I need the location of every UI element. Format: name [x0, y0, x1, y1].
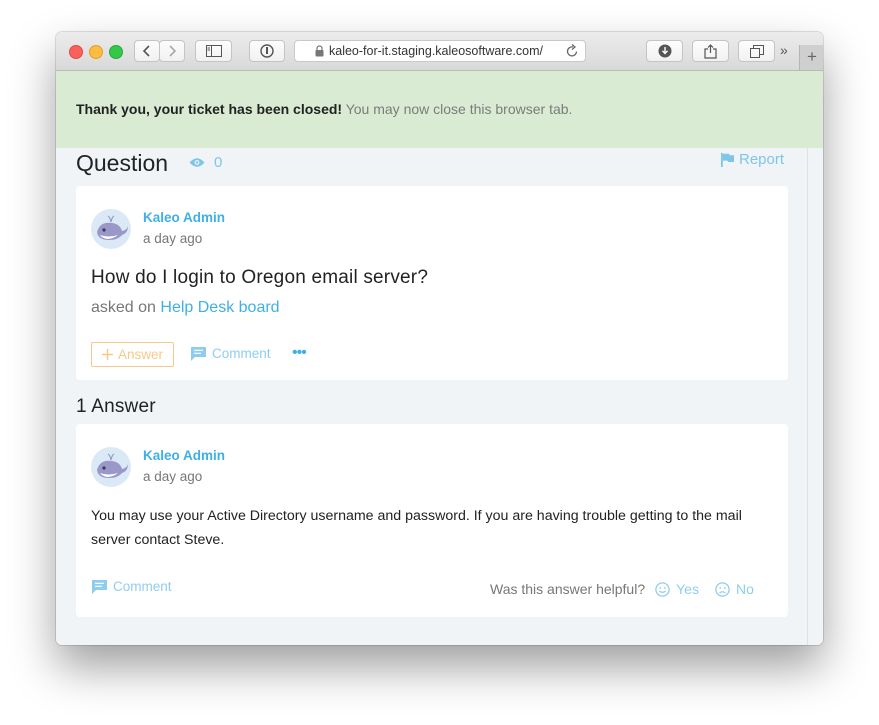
- whale-avatar-icon: [97, 215, 128, 240]
- chevron-right-icon: [169, 45, 177, 57]
- comment-bubble-icon: [92, 579, 107, 594]
- answer-author-avatar[interactable]: [91, 447, 131, 487]
- lock-icon: [315, 45, 324, 57]
- view-count: 0: [189, 154, 222, 171]
- password-key-icon: [260, 44, 274, 58]
- frown-icon: [715, 581, 730, 597]
- downloads-button[interactable]: [646, 40, 683, 62]
- helpful-yes-button[interactable]: Yes: [655, 581, 699, 597]
- ticket-closed-banner: Thank you, your ticket has been closed! …: [56, 71, 823, 148]
- answer-comment-label: Comment: [113, 579, 172, 594]
- page-content: Thank you, your ticket has been closed! …: [56, 71, 823, 645]
- address-bar[interactable]: kaleo-for-it.staging.kaleosoftware.com/: [294, 40, 586, 62]
- view-count-value: 0: [214, 154, 223, 171]
- banner-body-text: You may now close this browser tab.: [342, 101, 573, 117]
- flag-icon: [721, 152, 734, 167]
- helpful-no-label: No: [735, 581, 754, 597]
- asked-prefix: asked on: [91, 299, 161, 316]
- close-window-button[interactable]: [69, 45, 83, 59]
- download-icon: [658, 44, 671, 58]
- helpful-yes-label: Yes: [676, 581, 699, 597]
- back-button[interactable]: [134, 40, 160, 62]
- question-card: Kaleo Admin a day ago How do I login to …: [76, 186, 788, 380]
- reload-icon[interactable]: [566, 44, 579, 58]
- chevron-left-icon: [142, 45, 150, 57]
- report-label: Report: [739, 151, 785, 168]
- question-comment-link[interactable]: Comment: [191, 346, 271, 361]
- sidebar-button[interactable]: [195, 40, 232, 62]
- banner-strong-text: Thank you, your ticket has been closed!: [76, 101, 343, 117]
- answer-body: You may use your Active Directory userna…: [91, 508, 742, 548]
- zoom-window-button[interactable]: [109, 45, 123, 59]
- browser-toolbar: kaleo-for-it.staging.kaleosoftware.com/ …: [56, 32, 823, 71]
- question-author[interactable]: Kaleo Admin: [143, 210, 225, 225]
- answer-timestamp: a day ago: [143, 469, 203, 484]
- share-icon: [704, 43, 717, 59]
- whale-avatar-icon: [97, 453, 128, 478]
- share-button[interactable]: [692, 40, 729, 62]
- password-button[interactable]: [249, 40, 285, 62]
- tabs-icon: [749, 44, 764, 58]
- comment-bubble-icon: [191, 346, 206, 361]
- toolbar-overflow-icon[interactable]: »: [780, 42, 788, 58]
- question-comment-label: Comment: [212, 346, 271, 361]
- answer-button[interactable]: Answer: [91, 342, 174, 367]
- smile-icon: [655, 581, 670, 597]
- eye-icon: [189, 158, 205, 167]
- author-avatar[interactable]: [91, 209, 131, 249]
- answers-heading: 1 Answer: [76, 396, 156, 417]
- answer-button-label: Answer: [117, 347, 163, 362]
- forward-button[interactable]: [159, 40, 185, 62]
- scrollbar-track[interactable]: [807, 148, 808, 645]
- more-options-icon[interactable]: •••: [292, 344, 307, 362]
- helpful-feedback: Was this answer helpful? Yes No: [490, 581, 754, 597]
- board-link[interactable]: Help Desk board: [160, 299, 279, 316]
- asked-on-line: asked on Help Desk board: [91, 299, 280, 317]
- question-title: How do I login to Oregon email server?: [91, 267, 429, 288]
- question-heading: Question: [76, 150, 169, 176]
- new-tab-button[interactable]: +: [799, 45, 823, 70]
- question-timestamp: a day ago: [143, 231, 203, 246]
- answer-card: Kaleo Admin a day ago You may use your A…: [76, 424, 788, 617]
- report-link[interactable]: Report: [721, 151, 784, 168]
- helpful-no-button[interactable]: No: [715, 581, 754, 597]
- sidebar-icon: [205, 45, 222, 57]
- minimize-window-button[interactable]: [89, 45, 103, 59]
- browser-window: kaleo-for-it.staging.kaleosoftware.com/ …: [56, 32, 823, 645]
- answer-comment-link[interactable]: Comment: [92, 579, 172, 594]
- plus-icon: [101, 349, 113, 360]
- tabs-overview-button[interactable]: [738, 40, 775, 62]
- banner-message: Thank you, your ticket has been closed! …: [76, 101, 572, 117]
- answer-author[interactable]: Kaleo Admin: [143, 448, 225, 463]
- url-text: kaleo-for-it.staging.kaleosoftware.com/: [329, 44, 543, 58]
- helpful-prompt: Was this answer helpful?: [490, 581, 646, 597]
